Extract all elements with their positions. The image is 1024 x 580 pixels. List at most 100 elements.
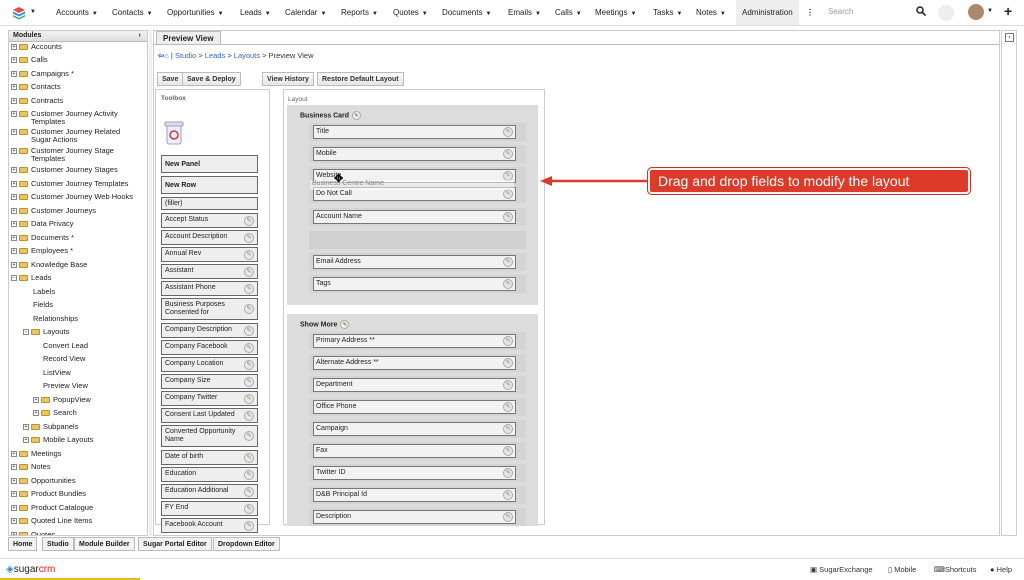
edit-icon[interactable]: ✎ bbox=[244, 215, 254, 226]
expand-icon[interactable]: + bbox=[11, 181, 17, 188]
layout-field[interactable]: Mobile ✎ bbox=[313, 147, 516, 161]
sidebar-tree-item[interactable]: + Knowledge Base bbox=[11, 261, 87, 269]
tab-sugar-portal-editor[interactable]: Sugar Portal Editor bbox=[138, 537, 212, 551]
sidebar-tree-item[interactable]: Preview View bbox=[43, 382, 88, 390]
sidebar-tree-item[interactable]: + Employees * bbox=[11, 247, 73, 255]
sidebar-tree-item[interactable]: + Customer Journey Activity Templates bbox=[11, 110, 131, 126]
layout-section-show-more[interactable]: Show More ✎ Primary Address ** ✎ Alternate … bbox=[287, 314, 538, 526]
layout-field[interactable]: D&B Principal Id ✎ bbox=[313, 488, 516, 502]
shortcuts-link[interactable]: ⌨Shortcuts bbox=[934, 565, 977, 574]
chevron-down-icon[interactable]: ▼ bbox=[30, 9, 36, 15]
sidebar-splitter[interactable] bbox=[149, 30, 152, 536]
tab-preview-view[interactable]: Preview View bbox=[156, 31, 221, 45]
sidebar-tree-item[interactable]: + Customer Journey Web Hooks bbox=[11, 193, 133, 201]
restore-default-layout-button[interactable]: Restore Default Layout bbox=[317, 72, 404, 86]
toolbox-field[interactable]: Education Additional ✎ bbox=[161, 484, 258, 499]
toolbox-field[interactable]: Assistant ✎ bbox=[161, 264, 258, 279]
layout-field[interactable]: Account Name ✎ bbox=[313, 210, 516, 224]
expand-icon[interactable]: + bbox=[11, 451, 17, 458]
edit-icon[interactable]: ✎ bbox=[244, 431, 254, 441]
expand-icon[interactable]: + bbox=[11, 262, 17, 269]
new-panel-item[interactable]: New Panel bbox=[161, 155, 258, 173]
edit-icon[interactable]: ✎ bbox=[244, 359, 254, 370]
sugarexchange-link[interactable]: ▣ SugarExchange bbox=[810, 565, 873, 574]
expand-icon[interactable]: + bbox=[11, 518, 17, 525]
collapse-icon[interactable]: − bbox=[23, 329, 29, 336]
expand-icon[interactable]: + bbox=[11, 208, 17, 215]
sidebar-tree-item[interactable]: + Mobile Layouts bbox=[23, 436, 93, 444]
tab-home[interactable]: Home bbox=[8, 537, 38, 551]
expand-icon[interactable]: + bbox=[11, 532, 17, 535]
toolbox-field[interactable]: Account Description ✎ bbox=[161, 230, 258, 245]
avatar[interactable] bbox=[968, 4, 984, 20]
chevron-down-icon[interactable]: ▼ bbox=[987, 8, 993, 14]
toolbox-field[interactable]: FY End ✎ bbox=[161, 501, 258, 516]
nav-documents[interactable]: Documents ▼ bbox=[442, 8, 491, 17]
toolbox-field[interactable]: Company Location ✎ bbox=[161, 357, 258, 372]
expand-icon[interactable]: + bbox=[11, 167, 17, 174]
expand-icon[interactable]: + bbox=[23, 424, 29, 431]
expand-icon[interactable]: + bbox=[11, 221, 17, 228]
layout-field[interactable]: Office Phone ✎ bbox=[313, 400, 516, 414]
view-history-button[interactable]: View History bbox=[262, 72, 314, 86]
edit-icon[interactable]: ✎ bbox=[244, 410, 254, 421]
edit-icon[interactable]: ✎ bbox=[352, 111, 362, 120]
toolbox-field[interactable]: Annual Rev ✎ bbox=[161, 247, 258, 262]
edit-icon[interactable]: ✎ bbox=[244, 452, 254, 463]
expand-icon[interactable]: + bbox=[23, 437, 29, 444]
edit-icon[interactable]: ✎ bbox=[244, 249, 254, 260]
edit-icon[interactable]: ✎ bbox=[244, 232, 254, 243]
sidebar-tree-item[interactable]: + Accounts bbox=[11, 43, 62, 51]
edit-icon[interactable]: ✎ bbox=[244, 520, 254, 531]
search-icon[interactable] bbox=[916, 6, 926, 16]
sidebar-tree-item[interactable]: + Contracts bbox=[11, 97, 63, 105]
expand-icon[interactable]: ‹ bbox=[1005, 33, 1014, 42]
edit-icon[interactable]: ✎ bbox=[503, 279, 513, 289]
layout-field[interactable]: Alternate Address ** ✎ bbox=[313, 356, 516, 370]
layout-field[interactable]: Twitter ID ✎ bbox=[313, 466, 516, 480]
expand-icon[interactable]: + bbox=[11, 505, 17, 512]
sidebar-tree-item[interactable]: + Customer Journeys bbox=[11, 207, 96, 215]
nav-emails[interactable]: Emails ▼ bbox=[508, 8, 541, 17]
edit-icon[interactable]: ✎ bbox=[244, 503, 254, 514]
sidebar-tree-item[interactable]: + Data Privacy bbox=[11, 220, 74, 228]
edit-icon[interactable]: ✎ bbox=[244, 325, 254, 336]
toolbox-field[interactable]: Assistant Phone ✎ bbox=[161, 281, 258, 296]
nav-meetings[interactable]: Meetings ▼ bbox=[595, 8, 636, 17]
edit-icon[interactable]: ✎ bbox=[503, 446, 513, 456]
sidebar-tree-item[interactable]: + Search bbox=[33, 409, 77, 417]
sidebar-tree-item[interactable]: + Subpanels bbox=[23, 423, 78, 431]
sidebar-tree-item[interactable]: + Quoted Line Items bbox=[11, 517, 92, 525]
expand-icon[interactable]: + bbox=[33, 397, 39, 404]
more-menu-icon[interactable]: ⋮ bbox=[806, 8, 814, 17]
expand-icon[interactable]: + bbox=[11, 478, 17, 485]
sidebar-tree-item[interactable]: − Leads bbox=[11, 274, 51, 282]
collapse-icon[interactable]: ‹ bbox=[139, 32, 141, 39]
edit-icon[interactable]: ✎ bbox=[244, 342, 254, 353]
edit-icon[interactable]: ✎ bbox=[503, 212, 513, 222]
expand-icon[interactable]: + bbox=[11, 44, 17, 51]
breadcrumb-studio[interactable]: Studio bbox=[175, 51, 196, 60]
tab-studio[interactable]: Studio bbox=[42, 537, 74, 551]
recycle-bin-icon[interactable] bbox=[164, 120, 184, 145]
edit-icon[interactable]: ✎ bbox=[244, 376, 254, 387]
sidebar-tree-item[interactable]: + PopupView bbox=[33, 396, 91, 404]
sidebar-tree-item[interactable]: + Contacts bbox=[11, 83, 61, 91]
edit-icon[interactable]: ✎ bbox=[503, 336, 513, 346]
filler-item[interactable]: (filler) bbox=[161, 197, 258, 210]
expand-icon[interactable]: + bbox=[11, 148, 17, 155]
toolbox-field[interactable]: Facebook Account ✎ bbox=[161, 518, 258, 533]
breadcrumb-layouts[interactable]: Layouts bbox=[234, 51, 260, 60]
toolbox-field[interactable]: Company Twitter ✎ bbox=[161, 391, 258, 406]
layout-field[interactable]: Campaign ✎ bbox=[313, 422, 516, 436]
edit-icon[interactable]: ✎ bbox=[340, 320, 350, 329]
sidebar-tree-item[interactable]: − Layouts bbox=[23, 328, 69, 336]
sidebar-tree-item[interactable]: Fields bbox=[33, 301, 53, 309]
sidebar-tree-item[interactable]: ListView bbox=[43, 369, 71, 377]
expand-icon[interactable]: + bbox=[11, 111, 17, 118]
sidebar-tree-item[interactable]: + Quotes bbox=[11, 531, 55, 535]
toolbox-field[interactable]: Company Size ✎ bbox=[161, 374, 258, 389]
toolbox-field[interactable]: Company Facebook ✎ bbox=[161, 340, 258, 355]
expand-icon[interactable]: + bbox=[11, 57, 17, 64]
nav-reports[interactable]: Reports ▼ bbox=[341, 8, 378, 17]
